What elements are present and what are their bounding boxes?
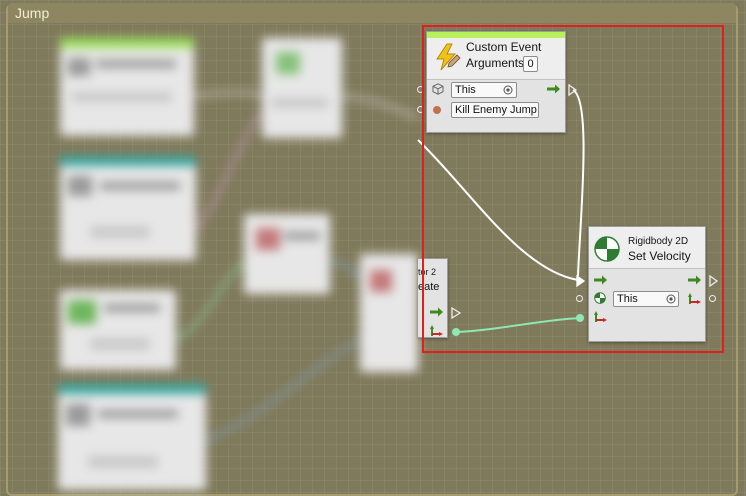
rigidbody-2d-icon	[594, 236, 620, 262]
flow-input-arrow-icon[interactable]	[594, 275, 608, 285]
custom-event-node[interactable]: Custom Event Arguments 0 This Kill Enemy…	[426, 31, 566, 133]
object-picker-icon[interactable]	[666, 294, 676, 304]
flow-output-port-icon[interactable]	[568, 84, 578, 96]
set-velocity-subtitle: Rigidbody 2D	[628, 236, 689, 247]
lightning-icon	[436, 43, 461, 71]
partial-node-line1: tor 2	[418, 267, 437, 277]
flow-output-arrow-icon[interactable]	[547, 84, 561, 94]
set-velocity-title: Set Velocity	[628, 249, 691, 263]
event-name-input-port[interactable]	[417, 106, 424, 113]
blurred-connections	[175, 91, 418, 441]
partial-node-line2: eate	[418, 281, 440, 293]
graph-canvas[interactable]: Jump tor 2 eate Custom Event Arguments 0…	[0, 0, 746, 496]
vector-output-icon[interactable]	[430, 325, 443, 337]
string-type-icon	[433, 106, 441, 114]
vector-output-port[interactable]	[709, 295, 716, 302]
object-picker-icon[interactable]	[503, 85, 513, 95]
rigidbody-2d-small-icon	[594, 292, 606, 304]
flow-arrow-icon[interactable]	[430, 307, 444, 317]
vector-output-icon[interactable]	[688, 293, 701, 305]
event-name-field[interactable]: Kill Enemy Jump	[451, 102, 539, 118]
blurred-graph-region	[0, 0, 418, 496]
arguments-count-field[interactable]: 0	[523, 56, 538, 72]
custom-event-node-header[interactable]: Custom Event Arguments 0	[427, 32, 565, 80]
node-category-bar	[427, 32, 565, 38]
velocity-target-field-value: This	[617, 293, 638, 305]
custom-event-title: Custom Event	[466, 40, 542, 54]
flow-output-port-icon[interactable]	[709, 275, 719, 287]
target-field-value: This	[455, 84, 476, 96]
velocity-input-icon[interactable]	[594, 311, 607, 323]
custom-event-arguments-label: Arguments	[466, 56, 525, 70]
gameobject-cube-icon	[432, 83, 444, 95]
target-input-port[interactable]	[576, 295, 583, 302]
partial-node[interactable]: tor 2 eate	[418, 258, 448, 338]
set-velocity-node-header[interactable]: Rigidbody 2D Set Velocity	[589, 227, 705, 269]
set-velocity-node[interactable]: Rigidbody 2D Set Velocity This	[588, 226, 706, 342]
flow-output-arrow-icon[interactable]	[688, 275, 702, 285]
target-input-port[interactable]	[417, 86, 424, 93]
flow-input-port-icon[interactable]	[576, 275, 586, 287]
